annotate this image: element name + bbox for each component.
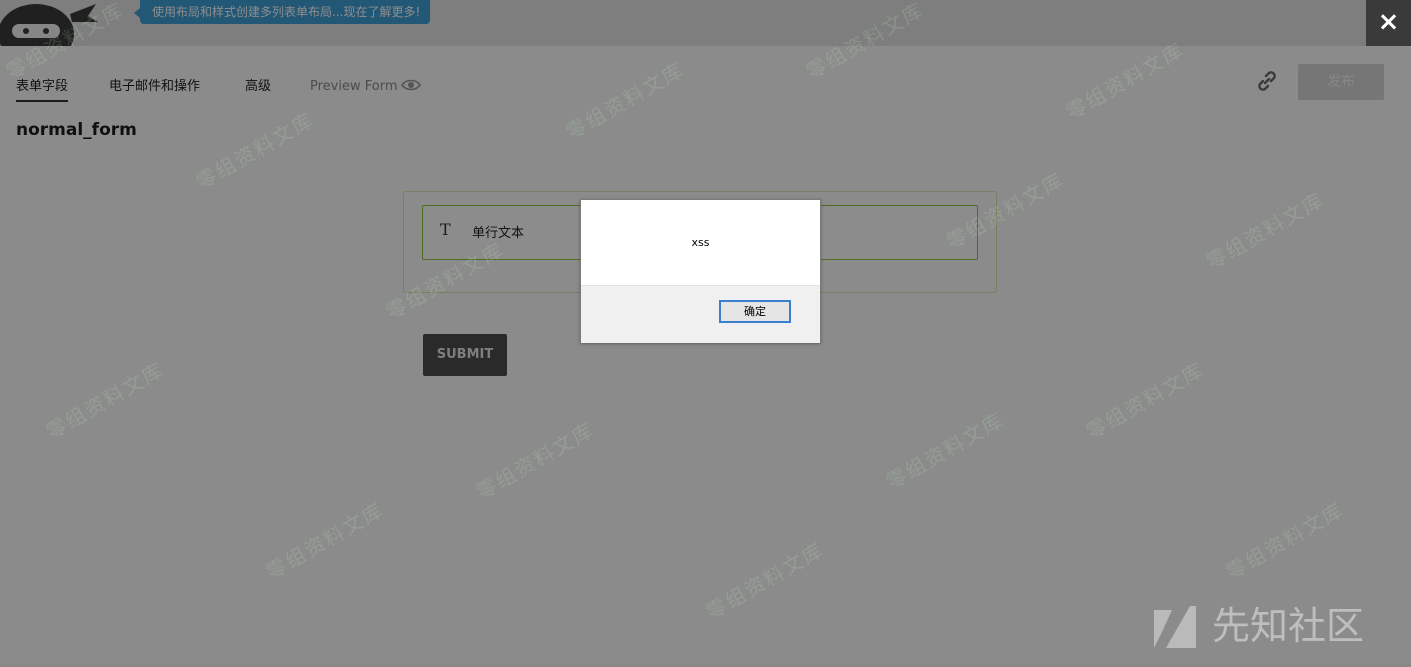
brand-text: 先知社区: [1212, 604, 1365, 648]
ok-button[interactable]: 确定: [719, 300, 791, 323]
alert-message: xss: [691, 236, 710, 249]
alert-dialog: xss 确定: [580, 199, 821, 343]
brand-logo-icon: [1150, 602, 1200, 667]
close-icon[interactable]: ×: [1366, 0, 1411, 46]
alert-footer: 确定: [581, 285, 820, 343]
